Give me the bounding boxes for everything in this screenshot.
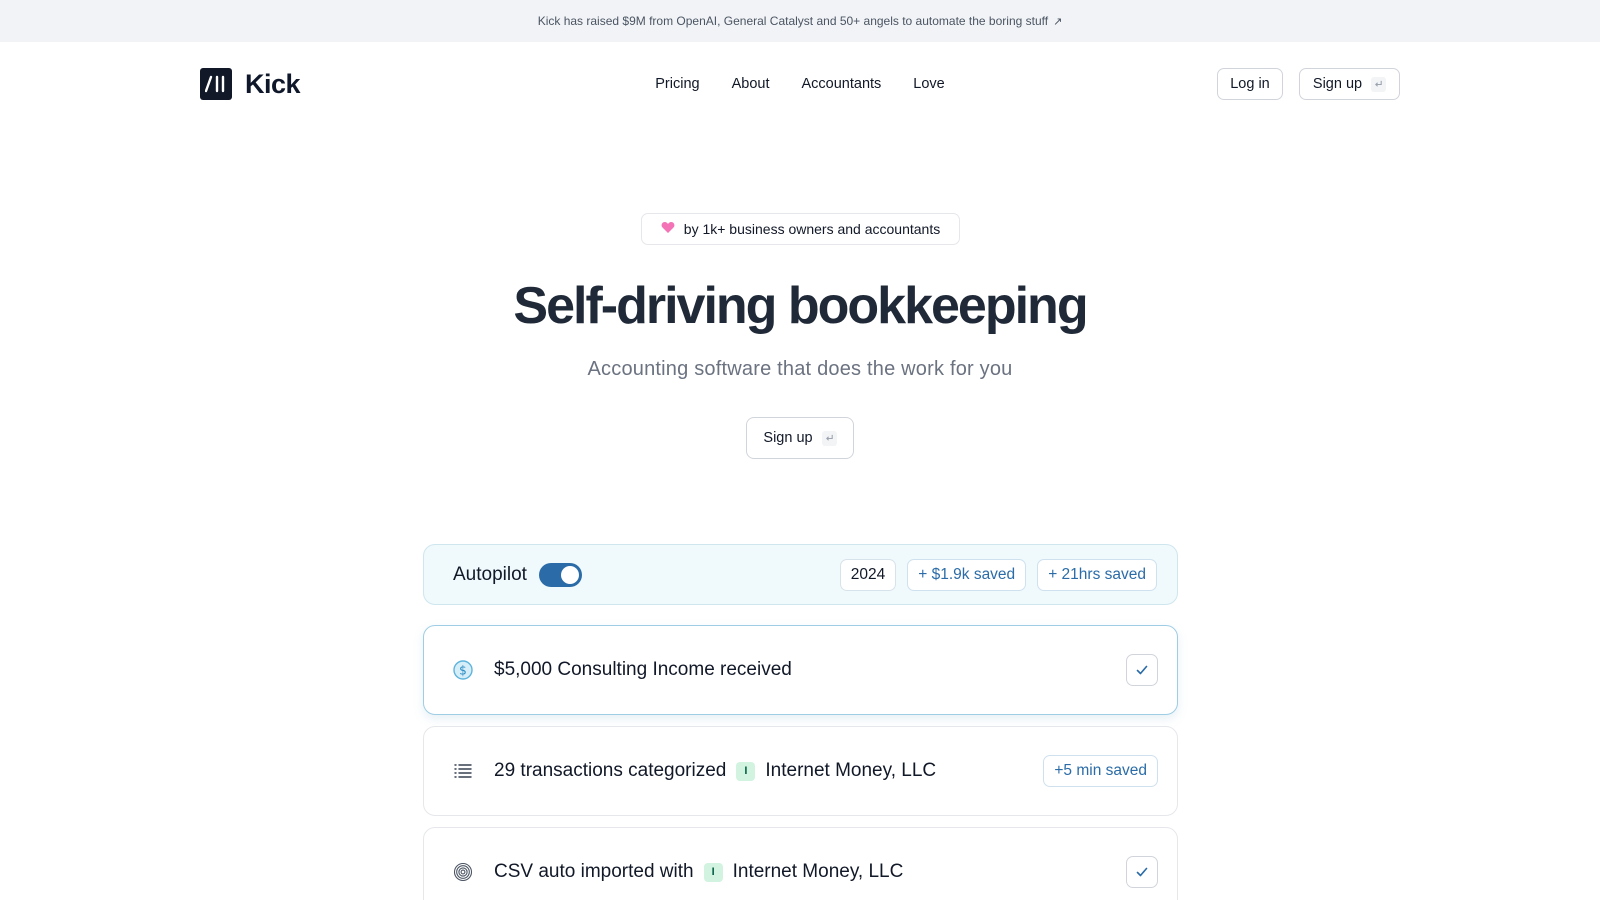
activity-row[interactable]: $ $5,000 Consulting Income received [423,625,1178,715]
fingerprint-icon [453,862,473,882]
activity-text: 29 transactions categorized I Internet M… [494,760,936,782]
entity-name[interactable]: Internet Money, LLC [765,760,936,782]
entity-name[interactable]: Internet Money, LLC [733,861,904,883]
autopilot-panel: Autopilot 2024 + $1.9k saved + 21hrs sav… [423,544,1178,605]
entity-tag: I [736,761,756,781]
login-label: Log in [1230,76,1270,92]
nav-item-about[interactable]: About [732,73,770,95]
hero-subtitle: Accounting software that does the work f… [587,358,1013,380]
check-icon[interactable] [1126,654,1158,686]
activity-description: 29 transactions categorized [494,760,727,781]
activity-description: CSV auto imported with [494,861,694,882]
enter-key-icon [1371,76,1387,92]
announcement-text[interactable]: Kick has raised $9M from OpenAI, General… [538,14,1048,28]
year-pill[interactable]: 2024 [839,558,897,591]
heart-icon [661,221,675,237]
external-link-arrow-icon: ↗ [1053,15,1063,28]
activity-text: $5,000 Consulting Income received [494,659,792,680]
enter-key-icon [821,430,837,446]
toggle-knob [560,565,579,584]
signup-button-hero[interactable]: Sign up [746,417,854,459]
login-button[interactable]: Log in [1217,68,1283,100]
activity-row[interactable]: CSV auto imported with I Internet Money,… [423,827,1178,900]
signup-label: Sign up [1312,76,1363,92]
list-icon [453,761,473,781]
announcement-bar[interactable]: Kick has raised $9M from OpenAI, General… [0,0,1600,42]
time-saved-pill: +5 min saved [1043,755,1158,787]
entity-tag: I [703,862,723,882]
signup-button-header[interactable]: Sign up [1299,68,1400,100]
signup-hero-label: Sign up [763,430,813,446]
money-saved-pill: + $1.9k saved [907,558,1027,591]
hours-saved-pill: + 21hrs saved [1037,558,1157,591]
nav-item-accountants[interactable]: Accountants [801,73,881,95]
dollar-circle-icon: $ [453,660,473,680]
hero-title: Self-driving bookkeeping [513,277,1088,335]
nav-item-love[interactable]: Love [913,73,944,95]
activity-text: CSV auto imported with I Internet Money,… [494,861,903,883]
autopilot-stats: 2024 + $1.9k saved + 21hrs saved [839,558,1157,591]
autopilot-toggle[interactable] [538,562,582,587]
loved-badge: by 1k+ business owners and accountants [641,213,960,245]
svg-text:$: $ [459,664,467,678]
activity-row[interactable]: 29 transactions categorized I Internet M… [423,726,1178,816]
check-icon[interactable] [1126,856,1158,888]
autopilot-label: Autopilot [453,563,527,585]
loved-badge-text: by 1k+ business owners and accountants [683,221,941,237]
nav-item-pricing[interactable]: Pricing [655,73,699,95]
